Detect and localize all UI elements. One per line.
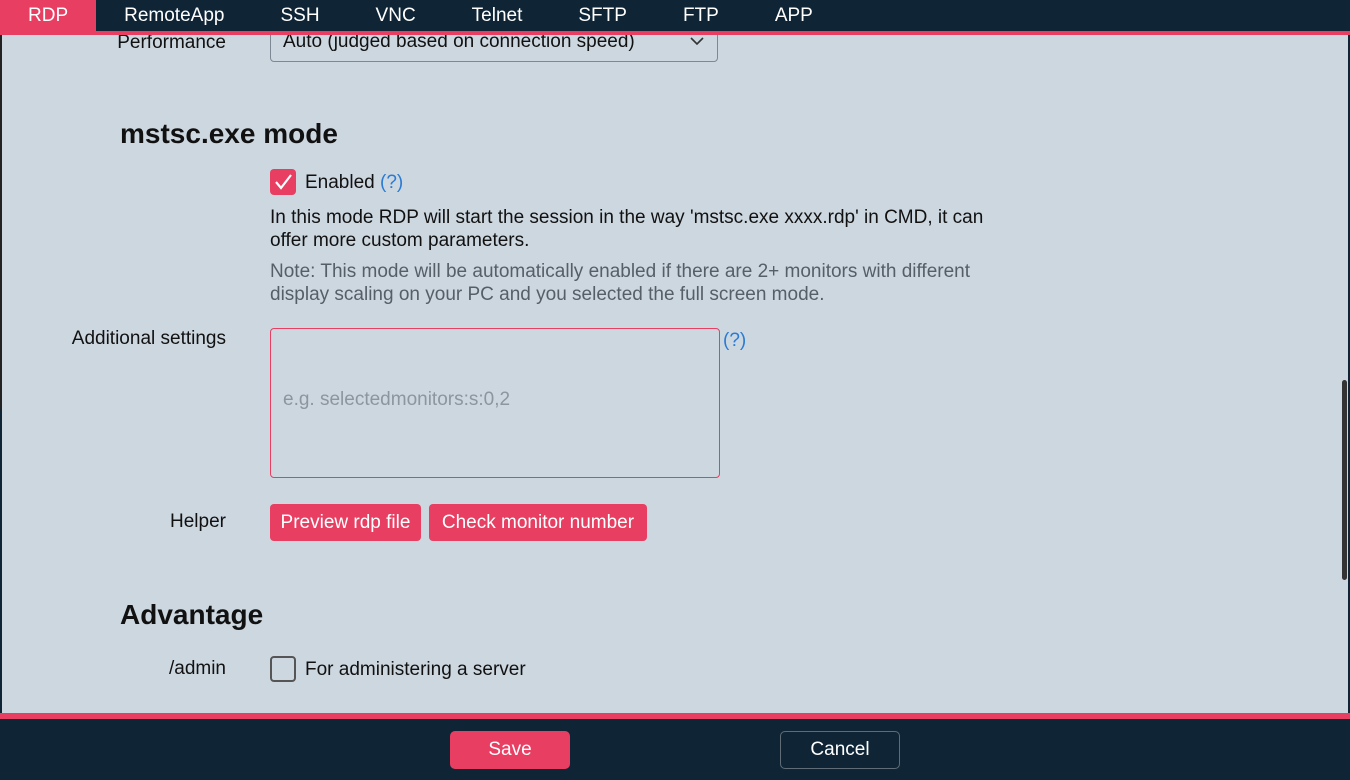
admin-description: For administering a server <box>305 659 526 680</box>
footer-bar: Save Cancel <box>2 719 1348 778</box>
additional-settings-placeholder: e.g. selectedmonitors:s:0,2 <box>283 389 511 410</box>
mstsc-heading: mstsc.exe mode <box>120 118 338 149</box>
check-monitor-number-button[interactable]: Check monitor number <box>429 504 647 541</box>
preview-rdp-file-button[interactable]: Preview rdp file <box>270 504 421 541</box>
additional-settings-textarea[interactable]: e.g. selectedmonitors:s:0,2 <box>270 328 720 478</box>
tab-ftp[interactable]: FTP <box>655 0 747 31</box>
tab-rdp[interactable]: RDP <box>0 0 97 31</box>
mstsc-enabled-label: Enabled <box>305 172 375 193</box>
protocol-tab-bar: RDP RemoteApp SSH VNC Telnet SFTP FTP AP… <box>0 0 1350 35</box>
settings-panel: Performance Auto (judged based on connec… <box>2 35 1348 713</box>
tab-app[interactable]: APP <box>747 0 841 31</box>
scrollbar-thumb[interactable] <box>1342 380 1347 580</box>
mstsc-help-link[interactable]: (?) <box>380 172 403 193</box>
mstsc-note: Note: This mode will be automatically en… <box>270 261 971 305</box>
advantage-heading: Advantage <box>120 599 264 630</box>
admin-checkbox[interactable] <box>270 656 296 682</box>
mstsc-description: In this mode RDP will start the session … <box>270 207 984 251</box>
checkmark-icon <box>275 174 292 190</box>
tab-sftp[interactable]: SFTP <box>550 0 655 31</box>
tab-remoteapp[interactable]: RemoteApp <box>96 0 252 31</box>
additional-settings-help-link[interactable]: (?) <box>723 329 746 352</box>
mstsc-enabled-row: Enabled (?) <box>305 171 403 194</box>
performance-select[interactable]: Auto (judged based on connection speed) <box>270 35 718 62</box>
cancel-button[interactable]: Cancel <box>780 731 900 769</box>
tab-vnc[interactable]: VNC <box>348 0 444 31</box>
tab-ssh[interactable]: SSH <box>252 0 347 31</box>
additional-settings-label: Additional settings <box>71 328 226 349</box>
tab-telnet[interactable]: Telnet <box>444 0 551 31</box>
performance-label: Performance <box>117 35 226 53</box>
chevron-down-icon <box>689 35 705 52</box>
mstsc-enabled-checkbox[interactable] <box>270 169 296 195</box>
save-button[interactable]: Save <box>450 731 570 769</box>
admin-label: /admin <box>168 658 226 679</box>
performance-select-value: Auto (judged based on connection speed) <box>283 35 635 52</box>
helper-label: Helper <box>170 511 226 532</box>
